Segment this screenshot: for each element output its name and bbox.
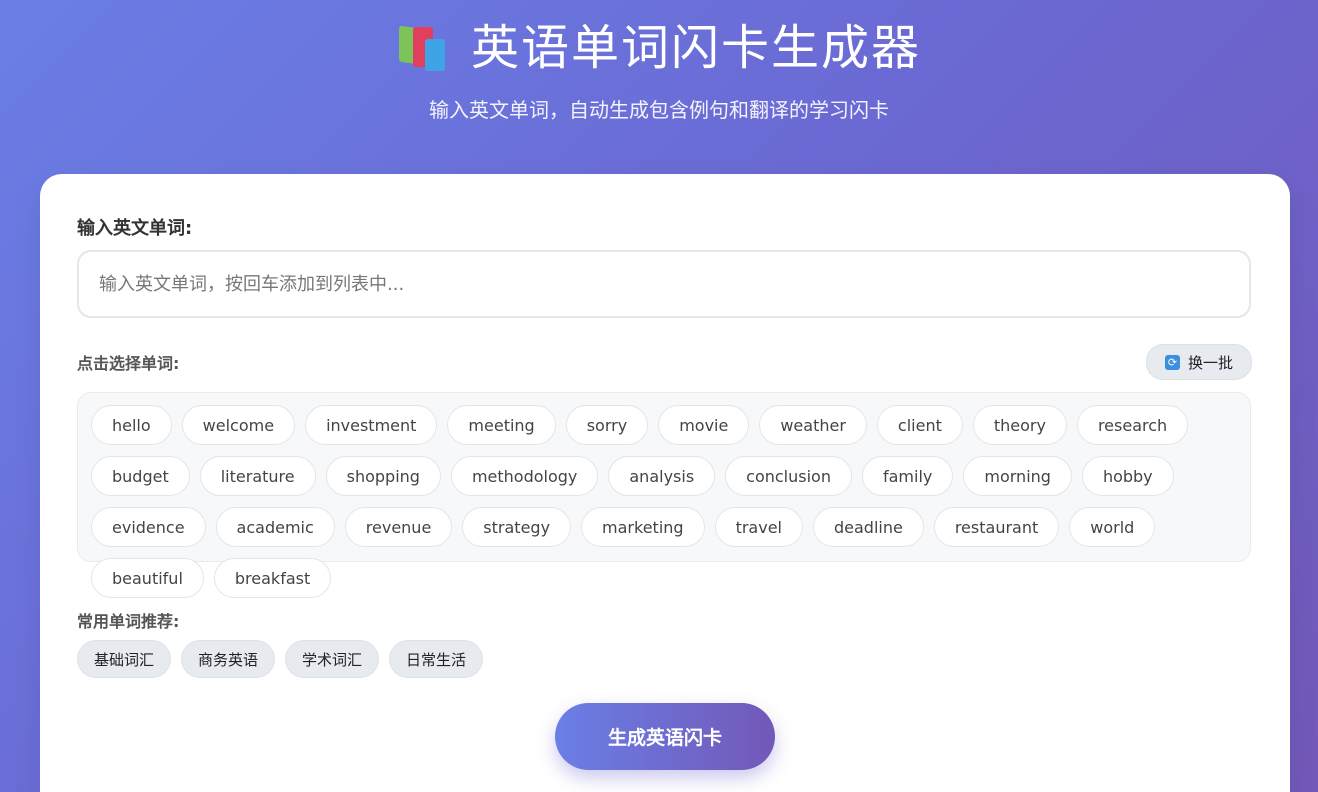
word-chip[interactable]: strategy	[462, 507, 572, 547]
word-chip[interactable]: analysis	[608, 456, 716, 496]
recommend-chip[interactable]: 基础词汇	[77, 640, 172, 678]
word-chip[interactable]: methodology	[450, 456, 599, 496]
word-chip[interactable]: movie	[658, 405, 750, 445]
word-chip[interactable]: shopping	[325, 456, 441, 496]
word-chip-list: hello welcome investment meeting sorry movie w…	[77, 392, 1251, 598]
word-chip[interactable]: deadline	[812, 507, 924, 547]
refresh-button-label: 换一批	[1187, 353, 1233, 372]
word-chip[interactable]: world	[1069, 507, 1156, 547]
word-input-label: 输入英文单词:	[77, 218, 193, 239]
word-chip[interactable]: academic	[215, 507, 335, 547]
word-chip[interactable]: theory	[972, 405, 1067, 445]
word-input[interactable]	[77, 250, 1251, 318]
word-chip[interactable]: sorry	[565, 405, 649, 445]
page-title: 英语单词闪卡生成器	[470, 20, 921, 76]
word-select-label: 点击选择单词:	[77, 354, 180, 373]
word-chip[interactable]: travel	[714, 507, 803, 547]
refresh-button[interactable]: ⟳ 换一批	[1145, 344, 1252, 380]
word-chip[interactable]: restaurant	[933, 507, 1060, 547]
word-chip[interactable]: budget	[91, 456, 190, 496]
title-row: 英语单词闪卡生成器	[0, 18, 1318, 78]
word-chip[interactable]: research	[1076, 405, 1189, 445]
word-chip[interactable]: evidence	[91, 507, 206, 547]
word-chip[interactable]: meeting	[447, 405, 556, 445]
refresh-icon: ⟳	[1164, 354, 1180, 370]
recommend-chip-list: 基础词汇 商务英语 学术词汇 日常生活	[77, 640, 484, 678]
word-chip[interactable]: welcome	[181, 405, 296, 445]
word-chip[interactable]: client	[876, 405, 963, 445]
word-chip[interactable]: revenue	[344, 507, 453, 547]
recommend-chip[interactable]: 商务英语	[181, 640, 276, 678]
recommend-chip[interactable]: 学术词汇	[285, 640, 380, 678]
word-chip[interactable]: hello	[91, 405, 172, 445]
books-icon	[397, 23, 451, 73]
word-chip[interactable]: marketing	[581, 507, 705, 547]
word-chip[interactable]: hobby	[1081, 456, 1174, 496]
word-chip[interactable]: weather	[759, 405, 867, 445]
main-card: 输入英文单词: 点击选择单词: ⟳ 换一批 hellowelcomeinvest…	[40, 174, 1290, 792]
word-chip[interactable]: family	[861, 456, 954, 496]
word-chip[interactable]: beautiful	[91, 558, 204, 598]
page-subtitle: 输入英文单词，自动生成包含例句和翻译的学习闪卡	[429, 98, 889, 122]
generate-flashcards-button[interactable]: 生成英语闪卡	[555, 703, 775, 770]
word-chip[interactable]: morning	[963, 456, 1072, 496]
word-chip[interactable]: literature	[199, 456, 316, 496]
word-chip[interactable]: investment	[305, 405, 438, 445]
word-chip[interactable]: conclusion	[725, 456, 852, 496]
recommend-label: 常用单词推荐:	[77, 612, 180, 631]
word-chip[interactable]: breakfast	[213, 558, 332, 598]
recommend-chip[interactable]: 日常生活	[389, 640, 484, 678]
